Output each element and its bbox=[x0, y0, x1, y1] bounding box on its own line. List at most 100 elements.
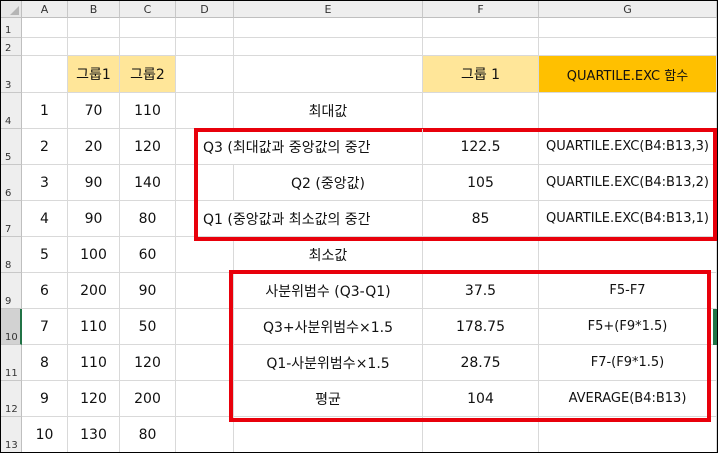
cell-b1[interactable] bbox=[68, 18, 120, 38]
average-formula[interactable]: AVERAGE(B4:B13) bbox=[539, 381, 717, 417]
cell-a2[interactable] bbox=[22, 38, 68, 56]
cell-d13[interactable] bbox=[176, 417, 234, 452]
spreadsheet-grid[interactable]: A B C D E F G 1 2 3 4 5 6 7 8 9 10 11 12 13 그룹1 그룹2 그룹 1 QUARTI… bbox=[0, 0, 718, 453]
q3-label[interactable]: Q3 (최대값과 중앙값의 중간 bbox=[201, 129, 423, 165]
row-header-1[interactable]: 1 bbox=[1, 18, 22, 38]
cell-c2[interactable] bbox=[120, 38, 176, 56]
column-header-e[interactable]: E bbox=[234, 1, 423, 18]
row-header-10[interactable]: 10 bbox=[1, 309, 22, 345]
header-group1[interactable]: 그룹1 bbox=[68, 56, 120, 93]
row-header-11[interactable]: 11 bbox=[1, 345, 22, 381]
group2-value-cell[interactable]: 120 bbox=[120, 129, 176, 165]
row-header-9[interactable]: 9 bbox=[1, 273, 22, 309]
row-header-4[interactable]: 4 bbox=[1, 93, 22, 129]
cell-d9[interactable] bbox=[176, 273, 234, 309]
cell-g2[interactable] bbox=[539, 38, 717, 56]
row-header-7[interactable]: 7 bbox=[1, 201, 22, 237]
lower-fence-value[interactable]: 28.75 bbox=[423, 345, 539, 381]
index-cell[interactable]: 3 bbox=[22, 165, 68, 201]
select-all-corner[interactable] bbox=[1, 1, 22, 18]
q1-formula[interactable]: QUARTILE.EXC(B4:B13,1) bbox=[539, 201, 717, 237]
index-cell[interactable]: 1 bbox=[22, 93, 68, 129]
row-header-13[interactable]: 13 bbox=[1, 417, 22, 452]
index-cell[interactable]: 5 bbox=[22, 237, 68, 273]
iqr-value[interactable]: 37.5 bbox=[423, 273, 539, 309]
cell-d3[interactable] bbox=[176, 56, 234, 93]
group1-value-cell[interactable]: 70 bbox=[68, 93, 120, 129]
row-header-12[interactable]: 12 bbox=[1, 381, 22, 417]
q2-label[interactable]: Q2 (중앙값) bbox=[234, 165, 423, 201]
index-cell[interactable]: 4 bbox=[22, 201, 68, 237]
group1-value-cell[interactable]: 100 bbox=[68, 237, 120, 273]
row-header-8[interactable]: 8 bbox=[1, 237, 22, 273]
min-label[interactable]: 최소값 bbox=[234, 237, 423, 273]
index-cell[interactable]: 6 bbox=[22, 273, 68, 309]
group2-value-cell[interactable]: 110 bbox=[120, 93, 176, 129]
cell-e13[interactable] bbox=[234, 417, 423, 452]
cell-g4[interactable] bbox=[539, 93, 717, 129]
group2-value-cell[interactable]: 120 bbox=[120, 345, 176, 381]
cell-d12[interactable] bbox=[176, 381, 234, 417]
lower-fence-label[interactable]: Q1-사분위범수×1.5 bbox=[234, 345, 423, 381]
average-value[interactable]: 104 bbox=[423, 381, 539, 417]
cell-d2[interactable] bbox=[176, 38, 234, 56]
upper-fence-label[interactable]: Q3+사분위범수×1.5 bbox=[234, 309, 423, 345]
group1-value-cell[interactable]: 90 bbox=[68, 165, 120, 201]
cell-b2[interactable] bbox=[68, 38, 120, 56]
cell-f8[interactable] bbox=[423, 237, 539, 273]
cell-d11[interactable] bbox=[176, 345, 234, 381]
row-header-6[interactable]: 6 bbox=[1, 165, 22, 201]
group2-value-cell[interactable]: 90 bbox=[120, 273, 176, 309]
cell-e2[interactable] bbox=[234, 38, 423, 56]
group2-value-cell[interactable]: 60 bbox=[120, 237, 176, 273]
q1-value[interactable]: 85 bbox=[423, 201, 539, 237]
cell-d10[interactable] bbox=[176, 309, 234, 345]
cell-f13[interactable] bbox=[423, 417, 539, 452]
cell-e3[interactable] bbox=[234, 56, 423, 93]
average-label[interactable]: 평균 bbox=[234, 381, 423, 417]
group1-value-cell[interactable]: 90 bbox=[68, 201, 120, 237]
cell-d6[interactable] bbox=[176, 165, 234, 201]
index-cell[interactable]: 8 bbox=[22, 345, 68, 381]
column-header-c[interactable]: C bbox=[120, 1, 176, 18]
upper-fence-formula[interactable]: F5+(F9*1.5) bbox=[539, 309, 717, 345]
cell-c1[interactable] bbox=[120, 18, 176, 38]
group1-value-cell[interactable]: 120 bbox=[68, 381, 120, 417]
group2-value-cell[interactable]: 80 bbox=[120, 417, 176, 452]
header-group1-stats[interactable]: 그룹 1 bbox=[423, 56, 539, 93]
group1-value-cell[interactable]: 20 bbox=[68, 129, 120, 165]
group2-value-cell[interactable]: 50 bbox=[120, 309, 176, 345]
cell-g1[interactable] bbox=[539, 18, 717, 38]
group2-value-cell[interactable]: 140 bbox=[120, 165, 176, 201]
lower-fence-formula[interactable]: F7-(F9*1.5) bbox=[539, 345, 717, 381]
cell-d8[interactable] bbox=[176, 237, 234, 273]
iqr-formula[interactable]: F5-F7 bbox=[539, 273, 717, 309]
column-header-b[interactable]: B bbox=[68, 1, 120, 18]
cell-f1[interactable] bbox=[423, 18, 539, 38]
iqr-label[interactable]: 사분위범수 (Q3-Q1) bbox=[234, 273, 423, 309]
group1-value-cell[interactable]: 130 bbox=[68, 417, 120, 452]
column-header-d[interactable]: D bbox=[176, 1, 234, 18]
index-cell[interactable]: 2 bbox=[22, 129, 68, 165]
q3-value[interactable]: 122.5 bbox=[423, 129, 539, 165]
cell-d4[interactable] bbox=[176, 93, 234, 129]
cell-g8[interactable] bbox=[539, 237, 717, 273]
column-header-f[interactable]: F bbox=[423, 1, 539, 18]
cell-f2[interactable] bbox=[423, 38, 539, 56]
row-header-2[interactable]: 2 bbox=[1, 38, 22, 56]
upper-fence-value[interactable]: 178.75 bbox=[423, 309, 539, 345]
row-header-5[interactable]: 5 bbox=[1, 129, 22, 165]
index-cell[interactable]: 7 bbox=[22, 309, 68, 345]
index-cell[interactable]: 10 bbox=[22, 417, 68, 452]
index-cell[interactable]: 9 bbox=[22, 381, 68, 417]
column-header-a[interactable]: A bbox=[22, 1, 68, 18]
max-label[interactable]: 최대값 bbox=[234, 93, 423, 129]
cell-g13[interactable] bbox=[539, 417, 717, 452]
q3-formula[interactable]: QUARTILE.EXC(B4:B13,3) bbox=[539, 129, 717, 165]
column-header-g[interactable]: G bbox=[539, 1, 717, 18]
cell-e1[interactable] bbox=[234, 18, 423, 38]
cell-a1[interactable] bbox=[22, 18, 68, 38]
q2-value[interactable]: 105 bbox=[423, 165, 539, 201]
group1-value-cell[interactable]: 110 bbox=[68, 345, 120, 381]
cell-f4[interactable] bbox=[423, 93, 539, 129]
